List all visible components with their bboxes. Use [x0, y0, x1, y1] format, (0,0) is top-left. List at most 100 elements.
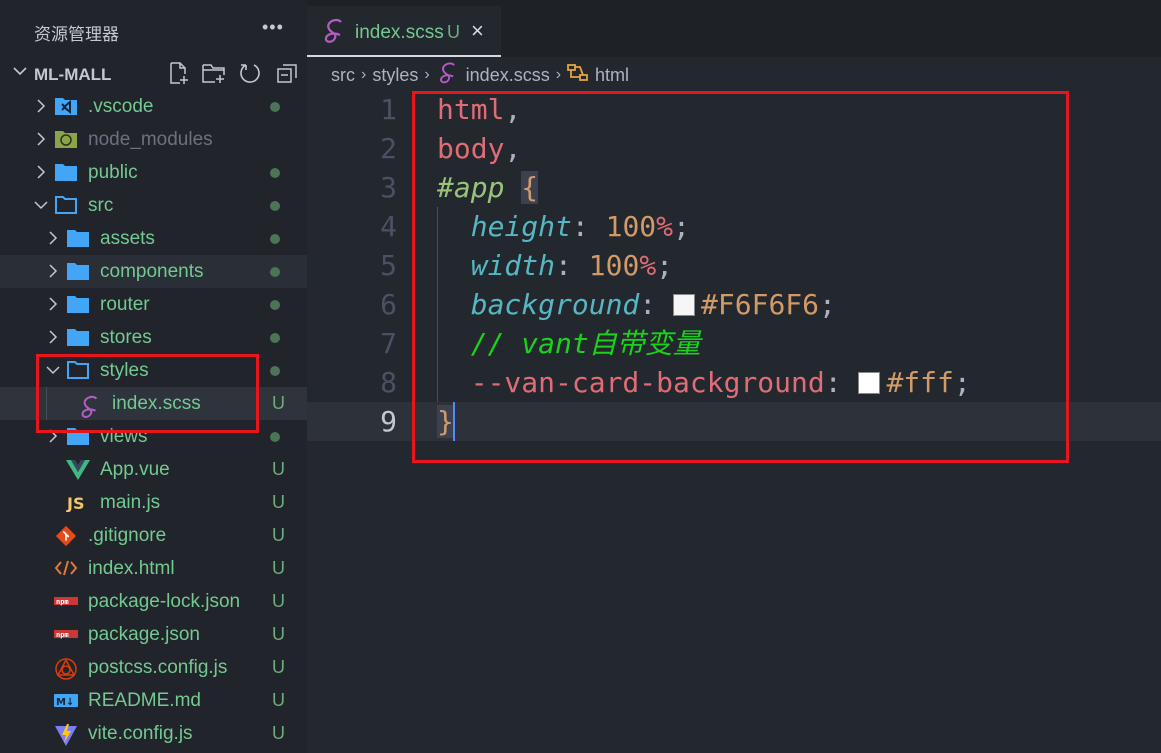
indent-guide [437, 207, 438, 402]
code-text: html, [437, 90, 521, 129]
token-punc: : [639, 288, 674, 321]
chevron-right-icon: › [555, 66, 562, 83]
line-number: 9 [380, 405, 397, 438]
svg-text:npm: npm [56, 598, 69, 606]
chevron-right-icon [46, 427, 60, 443]
tree-item-app-vue[interactable]: App.vue U [0, 453, 307, 486]
tree-item-vite-config-js[interactable]: vite.config.js U [0, 717, 307, 750]
code-text: // vant自带变量 [437, 324, 701, 363]
tree-item-styles[interactable]: styles [0, 354, 307, 387]
javascript-icon: JS [66, 492, 90, 513]
breadcrumb-file[interactable]: index.scss [466, 65, 550, 86]
tree-item-components[interactable]: components [0, 255, 307, 288]
chevron-right-icon [34, 130, 48, 146]
collapse-all-icon[interactable] [275, 61, 299, 85]
node-folder-icon [54, 129, 78, 150]
tab-index-scss[interactable]: index.scss U × [307, 6, 501, 57]
token-num: 100 [605, 210, 657, 243]
folder-open-icon [66, 360, 90, 381]
code-line: 5 width: 100%; [307, 246, 1161, 285]
tree-item-views[interactable]: views [0, 420, 307, 453]
tree-item-package-json[interactable]: npm package.json U [0, 618, 307, 651]
npm-icon: npm [54, 624, 78, 645]
tree-item-label: assets [100, 228, 155, 249]
chevron-right-icon [46, 229, 60, 245]
ellipsis-icon[interactable]: ••• [262, 17, 284, 38]
tree-item-main-js[interactable]: JS main.js U [0, 486, 307, 519]
token-cmt: // vant自带变量 [470, 327, 701, 360]
line-number: 4 [380, 210, 397, 243]
git-modified-dot [270, 333, 280, 343]
git-status-badge: U [272, 393, 285, 413]
new-folder-icon[interactable] [201, 61, 225, 85]
color-swatch[interactable] [858, 372, 881, 394]
markdown-icon: M↓ [54, 690, 78, 711]
line-number: 5 [380, 249, 397, 282]
code-line: 7 // vant自带变量 [307, 324, 1161, 363]
chevron-down-icon [34, 196, 48, 210]
explorer-sidebar: 资源管理器 ••• ML-MALL .vscode node_modules pub… [0, 0, 307, 753]
chevron-right-icon [46, 295, 60, 311]
explorer-title: 资源管理器 [34, 25, 119, 44]
chevron-right-icon [46, 328, 60, 344]
folder-icon [54, 162, 78, 183]
token-num: 100 [588, 249, 640, 282]
chevron-down-icon [46, 361, 60, 375]
svg-text:npm: npm [56, 631, 69, 639]
html-icon [54, 558, 78, 579]
token-hex: #F6F6F6 [701, 288, 820, 321]
breadcrumb-styles[interactable]: styles [372, 65, 418, 86]
token-punc [437, 288, 471, 321]
line-number: 7 [380, 327, 397, 360]
tree-item-label: package-lock.json [88, 591, 241, 612]
tree-item-label: stores [100, 327, 152, 348]
close-icon[interactable]: × [471, 18, 484, 44]
token-punc: , [504, 93, 522, 126]
tree-item-src[interactable]: src [0, 189, 307, 222]
git-modified-dot [270, 201, 280, 211]
git-status-badge: U [272, 624, 285, 644]
tree-item-postcss-config-js[interactable]: postcss.config.js U [0, 651, 307, 684]
git-modified-dot [270, 366, 280, 376]
code-editor[interactable]: 1 html, 2 body, 3 #app {4 height: 100%; 5 widt… [307, 90, 1161, 753]
tree-item-label: .vscode [88, 96, 154, 117]
tree-item-stores[interactable]: stores [0, 321, 307, 354]
git-modified-dot [270, 168, 280, 178]
tree-item-readme-md[interactable]: M↓ README.md U [0, 684, 307, 717]
svg-text:JS: JS [66, 494, 84, 512]
tree-item-label: index.scss [112, 393, 201, 414]
folder-icon [66, 294, 90, 315]
breadcrumb-src[interactable]: src [331, 65, 355, 86]
token-punc [504, 171, 521, 204]
tree-item-label: node_modules [88, 129, 213, 150]
folder-icon [66, 426, 90, 447]
vite-icon [54, 723, 78, 746]
token-punc: ; [656, 249, 674, 282]
tree-item-package-lock-json[interactable]: npm package-lock.json U [0, 585, 307, 618]
tree-item-assets[interactable]: assets [0, 222, 307, 255]
tree-item-public[interactable]: public [0, 156, 307, 189]
tree-item-vscode[interactable]: .vscode [0, 90, 307, 123]
new-file-icon[interactable] [167, 61, 191, 85]
tree-item-label: App.vue [100, 459, 170, 480]
color-swatch[interactable] [673, 294, 696, 316]
git-status-badge: U [272, 723, 285, 743]
tree-item-router[interactable]: router [0, 288, 307, 321]
folder-icon [66, 261, 90, 282]
token-punc [437, 249, 471, 282]
tree-item-gitignore[interactable]: .gitignore U [0, 519, 307, 552]
tree-item-node-modules[interactable]: node_modules [0, 123, 307, 156]
token-br: { [521, 171, 539, 204]
tree-item-label: views [100, 426, 148, 447]
refresh-icon[interactable] [238, 61, 262, 85]
chevron-right-icon [46, 262, 60, 278]
git-modified-dot [270, 267, 280, 277]
tree-item-label: README.md [88, 690, 201, 711]
tab-label: index.scss [355, 22, 444, 43]
token-unit: % [639, 249, 657, 282]
tree-item-index-html[interactable]: index.html U [0, 552, 307, 585]
token-hex: #fff [886, 366, 954, 399]
token-punc: ; [673, 210, 690, 243]
breadcrumb-symbol[interactable]: html [595, 65, 629, 86]
token-punc: , [504, 132, 522, 165]
